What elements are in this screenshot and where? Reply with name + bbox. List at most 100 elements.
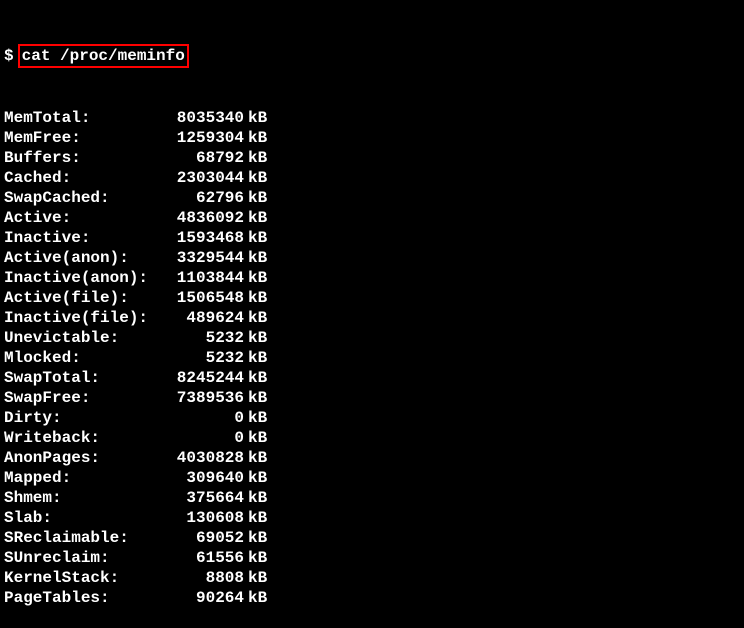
meminfo-value: 7389536 xyxy=(164,388,244,408)
meminfo-label: Active: xyxy=(4,208,164,228)
meminfo-label: Active(anon): xyxy=(4,248,164,268)
meminfo-row: Writeback:0kB xyxy=(4,428,740,448)
meminfo-row: SwapTotal:8245244kB xyxy=(4,368,740,388)
meminfo-row: SReclaimable:69052kB xyxy=(4,528,740,548)
meminfo-value: 69052 xyxy=(164,528,244,548)
meminfo-value: 0 xyxy=(164,428,244,448)
meminfo-row: KernelStack:8808kB xyxy=(4,568,740,588)
meminfo-row: Active(anon):3329544kB xyxy=(4,248,740,268)
meminfo-value: 130608 xyxy=(164,508,244,528)
meminfo-unit: kB xyxy=(248,188,267,208)
meminfo-unit: kB xyxy=(248,448,267,468)
meminfo-label: SwapCached: xyxy=(4,188,164,208)
meminfo-unit: kB xyxy=(248,368,267,388)
meminfo-unit: kB xyxy=(248,348,267,368)
meminfo-value: 68792 xyxy=(164,148,244,168)
meminfo-label: Buffers: xyxy=(4,148,164,168)
meminfo-value: 1506548 xyxy=(164,288,244,308)
prompt-symbol: $ xyxy=(4,46,14,66)
meminfo-value: 1103844 xyxy=(164,268,244,288)
meminfo-value: 2303044 xyxy=(164,168,244,188)
meminfo-label: Active(file): xyxy=(4,288,164,308)
meminfo-row: SUnreclaim:61556kB xyxy=(4,548,740,568)
meminfo-unit: kB xyxy=(248,108,267,128)
meminfo-label: Inactive(file): xyxy=(4,308,164,328)
meminfo-label: Mapped: xyxy=(4,468,164,488)
meminfo-unit: kB xyxy=(248,148,267,168)
meminfo-unit: kB xyxy=(248,468,267,488)
meminfo-row: Dirty:0kB xyxy=(4,408,740,428)
meminfo-row: Active(file):1506548kB xyxy=(4,288,740,308)
meminfo-unit: kB xyxy=(248,548,267,568)
meminfo-label: Dirty: xyxy=(4,408,164,428)
meminfo-value: 61556 xyxy=(164,548,244,568)
meminfo-label: SwapTotal: xyxy=(4,368,164,388)
command-line[interactable]: $ cat /proc/meminfo xyxy=(4,44,740,68)
meminfo-unit: kB xyxy=(248,328,267,348)
meminfo-label: Inactive(anon): xyxy=(4,268,164,288)
meminfo-row: Unevictable:5232kB xyxy=(4,328,740,348)
meminfo-row: Cached:2303044kB xyxy=(4,168,740,188)
meminfo-label: Inactive: xyxy=(4,228,164,248)
meminfo-unit: kB xyxy=(248,288,267,308)
meminfo-value: 5232 xyxy=(164,328,244,348)
terminal-output: $ cat /proc/meminfo MemTotal:8035340kBMe… xyxy=(4,4,740,628)
meminfo-unit: kB xyxy=(248,168,267,188)
meminfo-row: AnonPages:4030828kB xyxy=(4,448,740,468)
meminfo-row: Inactive(anon):1103844kB xyxy=(4,268,740,288)
meminfo-label: Slab: xyxy=(4,508,164,528)
meminfo-label: PageTables: xyxy=(4,588,164,608)
meminfo-label: MemTotal: xyxy=(4,108,164,128)
meminfo-unit: kB xyxy=(248,588,267,608)
meminfo-unit: kB xyxy=(248,128,267,148)
meminfo-value: 3329544 xyxy=(164,248,244,268)
meminfo-label: MemFree: xyxy=(4,128,164,148)
meminfo-label: Writeback: xyxy=(4,428,164,448)
meminfo-unit: kB xyxy=(248,268,267,288)
meminfo-value: 62796 xyxy=(164,188,244,208)
meminfo-row: MemFree:1259304kB xyxy=(4,128,740,148)
command-text: cat /proc/meminfo xyxy=(18,44,189,68)
meminfo-value: 0 xyxy=(164,408,244,428)
meminfo-label: SUnreclaim: xyxy=(4,548,164,568)
meminfo-value: 489624 xyxy=(164,308,244,328)
meminfo-row: Buffers:68792kB xyxy=(4,148,740,168)
meminfo-unit: kB xyxy=(248,308,267,328)
meminfo-label: AnonPages: xyxy=(4,448,164,468)
meminfo-value: 5232 xyxy=(164,348,244,368)
meminfo-label: SReclaimable: xyxy=(4,528,164,548)
meminfo-unit: kB xyxy=(248,528,267,548)
meminfo-label: Shmem: xyxy=(4,488,164,508)
meminfo-row: Shmem:375664kB xyxy=(4,488,740,508)
meminfo-row: PageTables:90264kB xyxy=(4,588,740,608)
meminfo-unit: kB xyxy=(248,248,267,268)
meminfo-label: Cached: xyxy=(4,168,164,188)
meminfo-unit: kB xyxy=(248,228,267,248)
meminfo-row: Slab:130608kB xyxy=(4,508,740,528)
meminfo-row: SwapFree:7389536kB xyxy=(4,388,740,408)
meminfo-unit: kB xyxy=(248,408,267,428)
meminfo-output: MemTotal:8035340kBMemFree:1259304kBBuffe… xyxy=(4,108,740,608)
meminfo-label: Mlocked: xyxy=(4,348,164,368)
meminfo-row: SwapCached:62796kB xyxy=(4,188,740,208)
meminfo-unit: kB xyxy=(248,488,267,508)
meminfo-value: 375664 xyxy=(164,488,244,508)
meminfo-unit: kB xyxy=(248,508,267,528)
meminfo-row: Active:4836092kB xyxy=(4,208,740,228)
meminfo-label: Unevictable: xyxy=(4,328,164,348)
meminfo-label: KernelStack: xyxy=(4,568,164,588)
meminfo-unit: kB xyxy=(248,388,267,408)
meminfo-value: 1593468 xyxy=(164,228,244,248)
meminfo-unit: kB xyxy=(248,568,267,588)
meminfo-value: 8245244 xyxy=(164,368,244,388)
meminfo-value: 1259304 xyxy=(164,128,244,148)
meminfo-label: SwapFree: xyxy=(4,388,164,408)
meminfo-row: Mlocked:5232kB xyxy=(4,348,740,368)
meminfo-value: 4030828 xyxy=(164,448,244,468)
meminfo-unit: kB xyxy=(248,208,267,228)
meminfo-row: Mapped:309640kB xyxy=(4,468,740,488)
meminfo-unit: kB xyxy=(248,428,267,448)
meminfo-value: 8035340 xyxy=(164,108,244,128)
meminfo-row: Inactive:1593468kB xyxy=(4,228,740,248)
meminfo-row: Inactive(file):489624kB xyxy=(4,308,740,328)
